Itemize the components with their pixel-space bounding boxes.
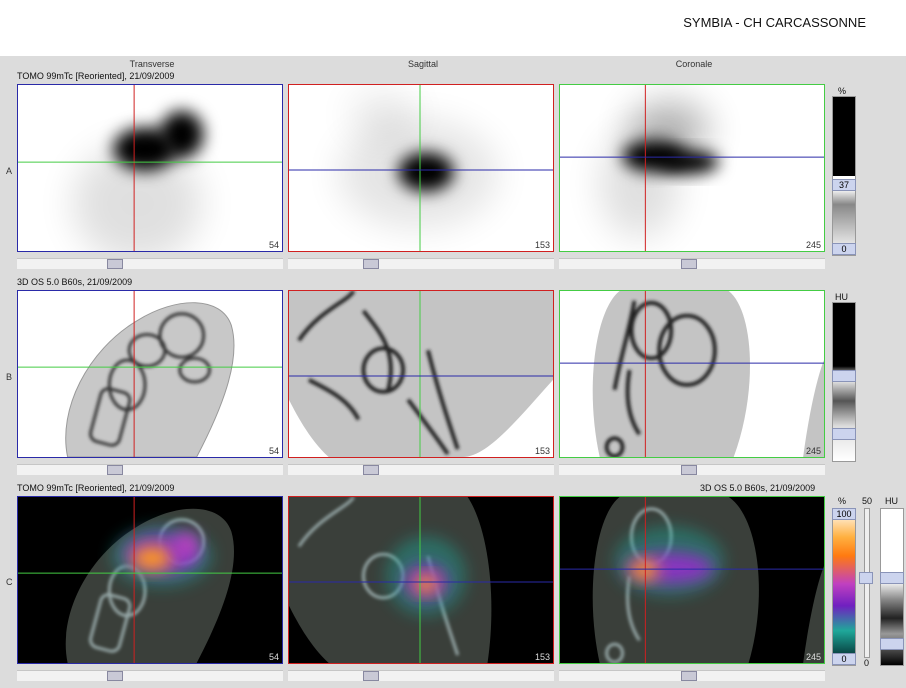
slice-number: 245 xyxy=(805,240,821,250)
slice-scrollbar-c-coronal[interactable] xyxy=(559,670,825,681)
column-header-transverse: Transverse xyxy=(129,59,175,69)
viewport-b-sagittal[interactable]: 153 xyxy=(288,290,554,458)
scroll-thumb[interactable] xyxy=(363,671,379,681)
series-info-row-a: TOMO 99mTc [Reoriented], 21/09/2009 xyxy=(17,71,175,81)
scale-upper-handle-b[interactable] xyxy=(832,370,856,382)
slice-number: 54 xyxy=(268,240,279,250)
viewport-a-transverse[interactable]: 54 xyxy=(17,84,283,252)
scroll-thumb[interactable] xyxy=(681,465,697,475)
nm-transverse-image xyxy=(18,85,282,251)
slice-number: 54 xyxy=(268,446,279,456)
scale-upper-value-a[interactable]: 37 xyxy=(832,179,856,191)
slice-scrollbar-a-coronal[interactable] xyxy=(559,258,825,269)
row-label-b: B xyxy=(6,372,13,382)
scale-unit-percent-c: % xyxy=(838,496,847,506)
fusion-coronal-image xyxy=(560,497,824,663)
scroll-thumb[interactable] xyxy=(107,259,123,269)
fusion-sagittal-image xyxy=(289,497,553,663)
slice-scrollbar-a-sagittal[interactable] xyxy=(288,258,554,269)
column-header-sagittal: Sagittal xyxy=(407,59,439,69)
scale-mid-value-c: 50 xyxy=(862,496,873,506)
title-bar: SYMBIA - CH CARCASSONNE xyxy=(0,0,906,56)
viewport-c-transverse[interactable]: 54 xyxy=(17,496,283,664)
slice-number: 245 xyxy=(805,446,821,456)
series-info-row-b: 3D OS 5.0 B60s, 21/09/2009 xyxy=(17,277,133,287)
scroll-thumb[interactable] xyxy=(363,465,379,475)
row-label-a: A xyxy=(6,166,13,176)
slice-number: 54 xyxy=(268,652,279,662)
series-info-row-c: TOMO 99mTc [Reoriented], 21/09/2009 xyxy=(17,483,175,493)
ct-sagittal-image xyxy=(289,291,553,457)
scroll-thumb[interactable] xyxy=(363,259,379,269)
slice-number: 245 xyxy=(805,652,821,662)
slice-scrollbar-c-transverse[interactable] xyxy=(17,670,283,681)
viewport-c-sagittal[interactable]: 153 xyxy=(288,496,554,664)
ct-scale-lower-handle-c[interactable] xyxy=(880,638,904,650)
row-label-c: C xyxy=(6,577,13,587)
nm-coronal-image xyxy=(560,85,824,251)
viewport-b-coronal[interactable]: 245 xyxy=(559,290,825,458)
viewport-a-coronal[interactable]: 245 xyxy=(559,84,825,252)
slice-scrollbar-b-transverse[interactable] xyxy=(17,464,283,475)
series-info-row-c-right: 3D OS 5.0 B60s, 21/09/2009 xyxy=(700,483,816,493)
column-header-coronal: Coronale xyxy=(675,59,713,69)
scale-bottom-value-c[interactable]: 0 xyxy=(832,653,856,665)
scale-mid-bottom-c: 0 xyxy=(864,658,870,668)
ct-transverse-image xyxy=(18,291,282,457)
slice-scrollbar-b-sagittal[interactable] xyxy=(288,464,554,475)
scroll-thumb[interactable] xyxy=(681,671,697,681)
slice-scrollbar-b-coronal[interactable] xyxy=(559,464,825,475)
scale-unit-hu-c: HU xyxy=(885,496,898,506)
scale-unit-b: HU xyxy=(835,292,848,302)
scroll-thumb[interactable] xyxy=(107,671,123,681)
scale-lower-value-a[interactable]: 0 xyxy=(832,243,856,255)
institution-name: SYMBIA - CH CARCASSONNE xyxy=(683,15,866,30)
scale-unit-a: % xyxy=(838,86,847,96)
scroll-thumb[interactable] xyxy=(681,259,697,269)
viewport-c-coronal[interactable]: 245 xyxy=(559,496,825,664)
scale-lower-handle-b[interactable] xyxy=(832,428,856,440)
slice-number: 153 xyxy=(534,652,550,662)
nm-sagittal-image xyxy=(289,85,553,251)
fusion-transverse-image xyxy=(18,497,282,663)
viewport-b-transverse[interactable]: 54 xyxy=(17,290,283,458)
blend-slider-handle[interactable] xyxy=(859,572,873,584)
viewport-a-sagittal[interactable]: 153 xyxy=(288,84,554,252)
gray-color-scale-a[interactable] xyxy=(832,96,856,256)
ct-scale-upper-handle-c[interactable] xyxy=(880,572,904,584)
slice-number: 153 xyxy=(534,446,550,456)
fusion-color-scale-c[interactable] xyxy=(832,508,856,666)
slice-scrollbar-a-transverse[interactable] xyxy=(17,258,283,269)
scale-top-value-c[interactable]: 100 xyxy=(832,508,856,520)
scroll-thumb[interactable] xyxy=(107,465,123,475)
slice-scrollbar-c-sagittal[interactable] xyxy=(288,670,554,681)
ct-coronal-image xyxy=(560,291,824,457)
slice-number: 153 xyxy=(534,240,550,250)
